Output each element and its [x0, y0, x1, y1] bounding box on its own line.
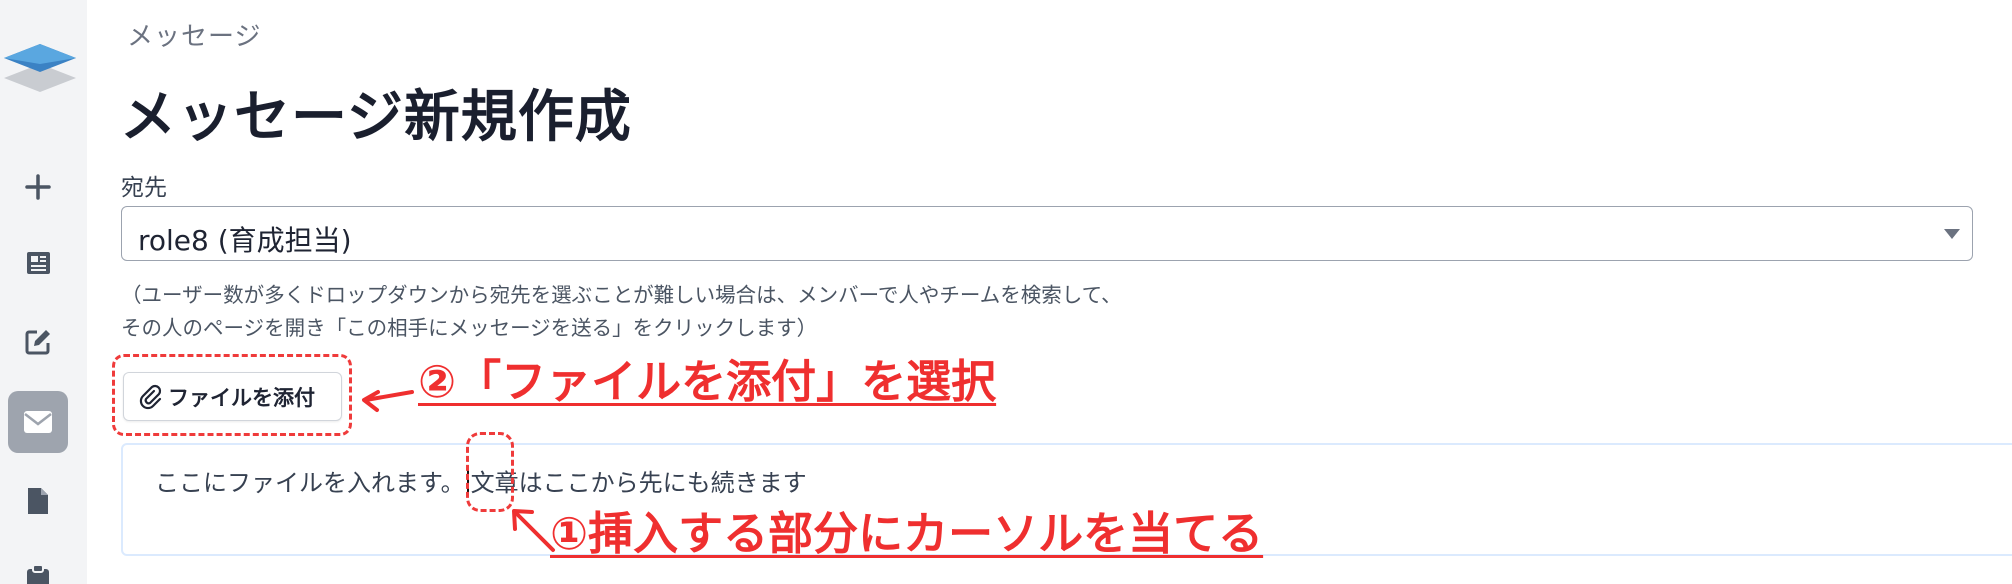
- help-text-line-1: （ユーザー数が多くドロップダウンから宛先を選ぶことが難しい場合は、メンバーで人や…: [121, 283, 1122, 307]
- chevron-down-icon: [1944, 229, 1960, 239]
- clipboard-icon[interactable]: [0, 548, 75, 584]
- edit-icon[interactable]: [0, 312, 75, 372]
- logo-icon[interactable]: [0, 40, 82, 100]
- annotation-box-attach: [112, 354, 352, 436]
- editor-text-after-cursor: 文章はここから先にも続きます: [470, 469, 807, 497]
- envelope-icon[interactable]: [8, 392, 68, 452]
- arrow-to-attach-button: [364, 390, 414, 402]
- file-icon[interactable]: [0, 471, 75, 531]
- sidebar: [0, 0, 87, 584]
- recipient-select[interactable]: role8 (育成担当): [121, 206, 1973, 261]
- plus-icon[interactable]: [0, 157, 75, 217]
- annotation-step-1: ①挿入する部分にカーソルを当てる: [550, 507, 1264, 560]
- recipient-label: 宛先: [121, 175, 167, 201]
- page-title: メッセージ新規作成: [120, 85, 632, 150]
- annotation-step-2: ②「ファイルを添付」を選択: [418, 355, 997, 408]
- newspaper-icon[interactable]: [0, 233, 75, 293]
- editor-text-before-cursor: ここにファイルを入れます。: [155, 469, 465, 497]
- recipient-selected-value: role8 (育成担当): [138, 224, 352, 257]
- help-text-line-2: その人のページを開き「この相手にメッセージを送る」をクリックします）: [121, 316, 818, 340]
- breadcrumb[interactable]: メッセージ: [127, 16, 261, 53]
- annotation-box-cursor: [466, 432, 514, 512]
